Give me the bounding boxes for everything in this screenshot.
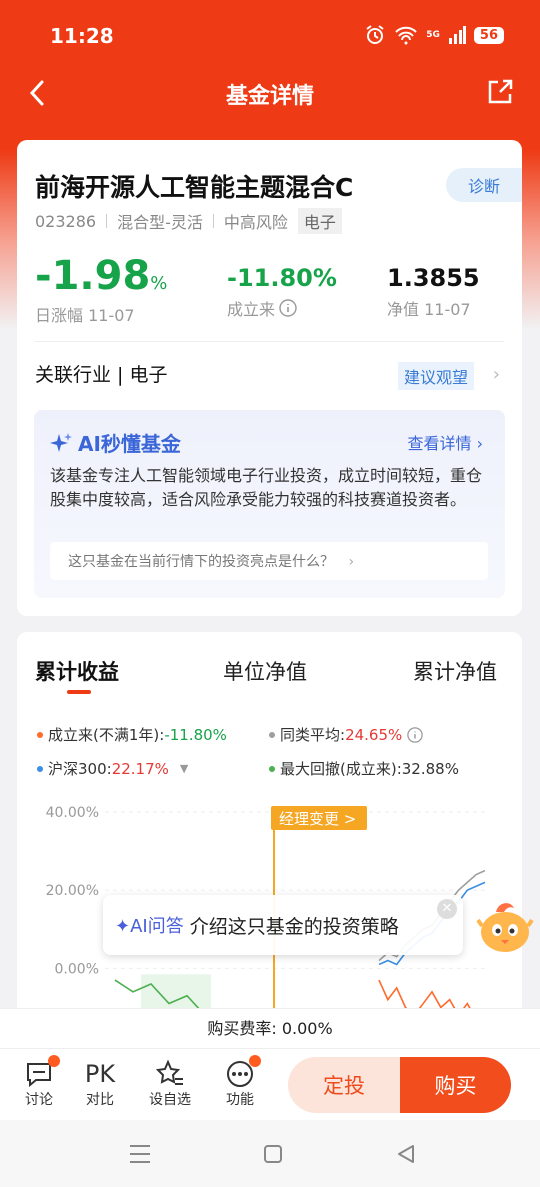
ai-title: AI秒懂基金 (50, 428, 181, 457)
pk-icon-text: PK (84, 1060, 116, 1088)
star-icon (155, 1059, 183, 1085)
share-icon[interactable] (486, 78, 514, 106)
status-icons: 5G 56 (364, 24, 504, 46)
ai-ask-label: ✦AI问答 (115, 916, 184, 937)
tab-cumulative-nav[interactable]: 累计净值 (413, 656, 497, 686)
daily-change-unit: % (150, 273, 168, 294)
legend-value: 24.65% (345, 725, 403, 744)
legend-dot (37, 731, 43, 738)
daily-change-value: -1.98 (35, 253, 151, 299)
daily-change-stat: -1.98% 日涨幅 11-07 (35, 256, 167, 326)
dropdown-arrow-icon[interactable]: ▼ (180, 762, 188, 775)
system-nav-bar (0, 1120, 540, 1187)
legend-dot (269, 765, 275, 772)
daily-change-label: 日涨幅 11-07 (35, 306, 135, 325)
nav-value: 1.3855 (387, 264, 480, 292)
legend-dot (269, 731, 275, 738)
watchlist-button[interactable]: 设自选 (145, 1059, 195, 1109)
assistant-mascot-icon[interactable] (476, 896, 534, 956)
wifi-icon (395, 26, 417, 45)
legend-label: 沪深300: (48, 760, 112, 778)
active-tab-indicator (67, 690, 91, 694)
legend-value: 22.17% (111, 759, 169, 778)
ai-question-text: 这只基金在当前行情下的投资亮点是什么？ (68, 554, 334, 570)
notification-badge (249, 1055, 261, 1067)
legend-category-average: 同类平均: 24.65% (269, 724, 423, 745)
legend-dot (37, 765, 43, 772)
since-inception-label: 成立来 (227, 300, 276, 319)
nav-bar: 基金详情 (0, 70, 540, 116)
legend-label: 最大回撤(成立来): (280, 760, 402, 778)
fund-type: 混合型-灵活 (117, 213, 203, 232)
tab-cumulative-return[interactable]: 累计收益 (35, 656, 119, 686)
network-label: 5G (426, 30, 440, 40)
compare-label: 对比 (86, 1092, 114, 1108)
sector-tag[interactable]: 电子 (297, 208, 342, 234)
manager-change-label: 经理变更 > (279, 810, 356, 828)
chevron-right-icon[interactable]: › (493, 364, 500, 385)
battery-icon: 56 (473, 26, 504, 44)
purchase-fee: 购买费率: 0.00% (0, 1008, 540, 1048)
watchlist-label: 设自选 (149, 1092, 191, 1108)
compare-button[interactable]: PK 对比 (75, 1059, 125, 1109)
signal-icon (448, 26, 466, 44)
notification-badge (48, 1055, 60, 1067)
info-icon[interactable] (407, 726, 423, 743)
back-nav-icon[interactable] (396, 1144, 416, 1164)
divider (106, 214, 108, 228)
pk-icon: PK (75, 1059, 125, 1089)
divider (212, 214, 214, 228)
ai-question-chip[interactable]: 这只基金在当前行情下的投资亮点是什么？ › (50, 542, 488, 580)
ai-insight-panel: AI秒懂基金 查看详情 › 该基金专注人工智能领域电子行业投资，成立时间较短，重… (34, 410, 505, 598)
legend-label: 成立来(不满1年): (48, 726, 165, 744)
buy-button[interactable]: 购买 (400, 1057, 511, 1113)
y-tick-label: 0.00% (55, 961, 99, 977)
legend-value: 32.88% (401, 759, 459, 778)
legend-csi300[interactable]: 沪深300: 22.17% ▼ (37, 758, 188, 779)
discuss-label: 讨论 (25, 1092, 53, 1108)
functions-label: 功能 (226, 1092, 254, 1108)
menu-icon[interactable] (128, 1144, 152, 1164)
nav-stat: 1.3855 净值 11-07 (387, 264, 480, 320)
ai-ask-text: 介绍这只基金的投资策略 (189, 915, 399, 938)
divider (35, 341, 504, 342)
legend-max-drawdown: 最大回撤(成立来): 32.88% (269, 758, 459, 779)
discuss-button[interactable]: 讨论 (14, 1055, 64, 1109)
fund-risk: 中高风险 (223, 213, 288, 232)
since-inception-stat: -11.80% 成立来 (227, 264, 337, 320)
fund-meta: 023286 混合型-灵活 中高风险 电子 (35, 208, 342, 234)
nav-label: 净值 11-07 (387, 300, 471, 319)
info-icon[interactable] (279, 299, 297, 317)
legend-value: -11.80% (164, 725, 227, 744)
diagnose-button[interactable]: 诊断 (446, 168, 522, 202)
chevron-right-icon: › (348, 554, 355, 570)
status-bar: 11:28 5G 56 (0, 0, 540, 70)
ai-more-link[interactable]: 查看详情 › (408, 430, 484, 454)
close-icon[interactable]: ✕ (437, 899, 457, 919)
legend-since-inception: 成立来(不满1年): -11.80% (37, 724, 227, 745)
ai-title-text: AI秒懂基金 (78, 432, 181, 456)
fund-code: 023286 (35, 211, 97, 231)
performance-card: 累计收益 单位净值 累计净值 成立来(不满1年): -11.80% 同类平均: 24… (17, 632, 522, 1032)
since-inception-value: -11.80% (227, 264, 337, 292)
page-title: 基金详情 (225, 84, 314, 109)
fund-name: 前海开源人工智能主题混合C (35, 173, 354, 202)
related-industry[interactable]: 关联行业 | 电子 (35, 360, 167, 387)
ai-ask-prompt[interactable]: ✦AI问答 介绍这只基金的投资策略 ✕ (103, 895, 463, 955)
sparkle-icon (50, 432, 72, 452)
sip-button[interactable]: 定投 (288, 1057, 400, 1113)
ai-summary: 该基金专注人工智能领域电子行业投资，成立时间较短，重仓股集中度较高，适合风险承受… (50, 466, 483, 509)
tab-unit-nav[interactable]: 单位净值 (223, 656, 307, 686)
functions-button[interactable]: 功能 (215, 1055, 265, 1109)
y-tick-label: 40.00% (46, 805, 99, 821)
y-tick-label: 20.00% (46, 883, 99, 899)
alarm-icon (366, 25, 384, 44)
status-time: 11:28 (50, 24, 114, 48)
bottom-toolbar: 讨论 PK 对比 设自选 功能 定投 购买 (0, 1048, 540, 1120)
fund-summary-card: 前海开源人工智能主题混合C 诊断 023286 混合型-灵活 中高风险 电子 -… (17, 140, 522, 616)
home-icon[interactable] (263, 1144, 283, 1164)
suggestion-badge: 建议观望 (397, 362, 474, 390)
legend-label: 同类平均: (280, 726, 346, 744)
